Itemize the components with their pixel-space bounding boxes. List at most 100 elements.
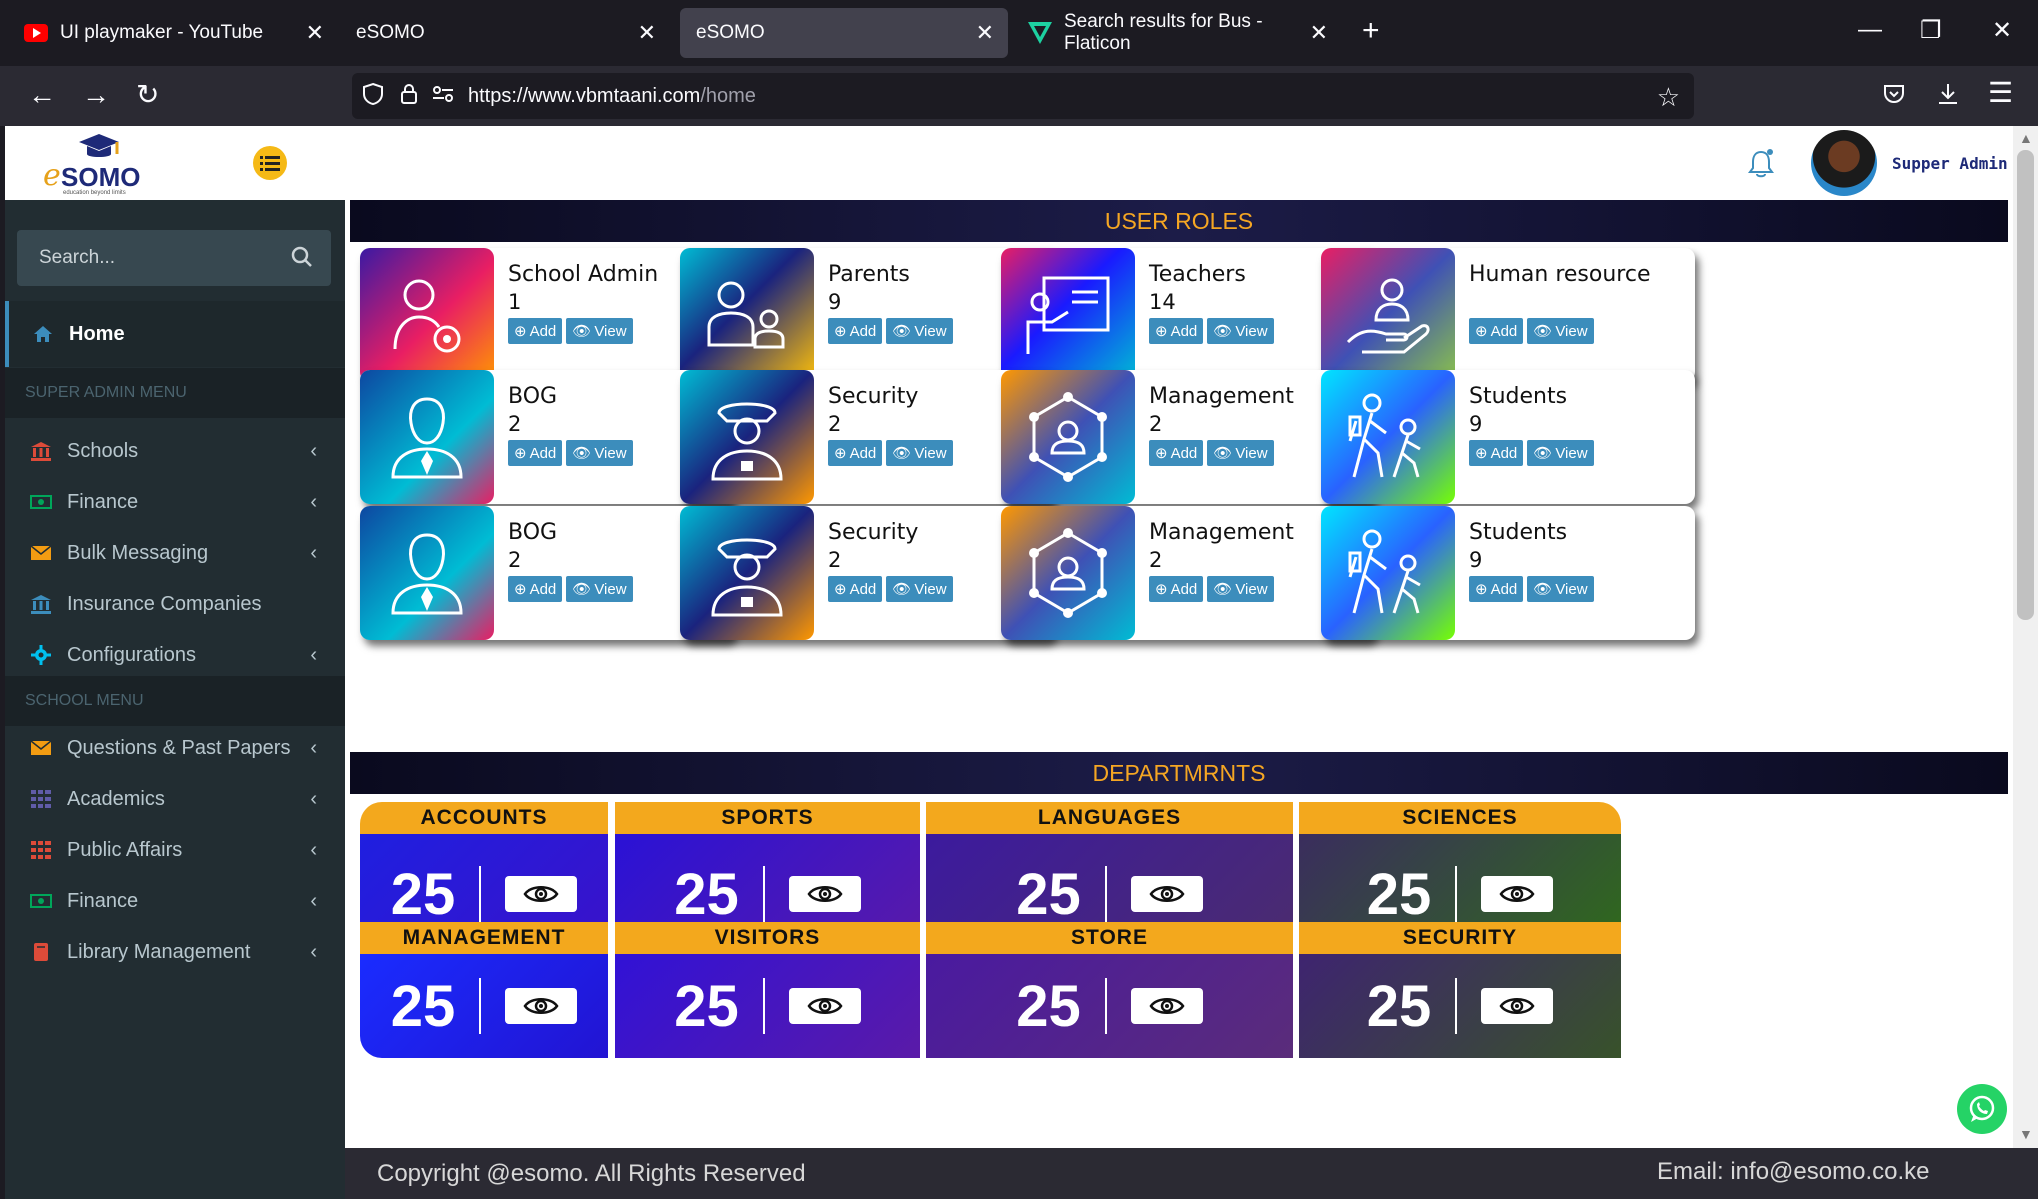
view-department-button[interactable]	[505, 876, 578, 912]
browser-tab-esomo-1[interactable]: eSOMO ✕	[340, 8, 670, 58]
browser-tab-youtube[interactable]: UI playmaker - YouTube ✕	[8, 8, 338, 58]
sidebar-toggle-button[interactable]	[253, 146, 287, 180]
eye-icon	[807, 995, 843, 1017]
role-card: Management 2 ⊕ Add 👁 View	[1001, 370, 1375, 504]
add-button[interactable]: ⊕ Add	[508, 440, 563, 466]
view-button[interactable]: 👁 View	[566, 576, 633, 602]
add-button[interactable]: ⊕ Add	[1149, 576, 1204, 602]
view-department-button[interactable]	[788, 876, 861, 912]
role-actions: ⊕ Add 👁 View	[1469, 440, 1594, 466]
logo-area: e SOMO education beyond limits	[5, 126, 345, 200]
search-icon[interactable]	[291, 246, 313, 274]
minimize-icon[interactable]: —	[1858, 16, 1882, 44]
view-button[interactable]: 👁 View	[886, 576, 953, 602]
bookmark-star-icon[interactable]: ☆	[1657, 82, 1680, 113]
role-card: BOG 2 ⊕ Add 👁 View	[360, 506, 734, 640]
scroll-up-icon[interactable]: ▲	[2019, 130, 2033, 146]
role-actions: ⊕ Add 👁 View	[508, 318, 633, 344]
eye-icon: 👁	[1533, 445, 1553, 462]
view-department-button[interactable]	[1481, 988, 1554, 1024]
view-button[interactable]: 👁 View	[566, 440, 633, 466]
view-label: View	[594, 444, 627, 462]
user-name[interactable]: Supper Admin	[1892, 154, 2008, 173]
eye-icon	[523, 995, 559, 1017]
sidebar-search-input[interactable]: Search...	[17, 230, 331, 286]
footer-email[interactable]: Email: info@esomo.co.ke	[1657, 1158, 1929, 1186]
hamburger-menu-icon[interactable]: ☰	[1988, 78, 2013, 108]
grid-icon	[29, 841, 53, 859]
graduation-cap-icon	[79, 134, 119, 157]
add-button[interactable]: ⊕ Add	[828, 440, 883, 466]
view-department-button[interactable]	[505, 988, 578, 1024]
role-count: 2	[828, 548, 842, 572]
add-button[interactable]: ⊕ Add	[1149, 440, 1204, 466]
scroll-down-icon[interactable]: ▼	[2019, 1126, 2033, 1142]
lock-icon[interactable]	[400, 83, 418, 110]
view-button[interactable]: 👁 View	[1207, 576, 1274, 602]
view-department-button[interactable]	[788, 988, 861, 1024]
role-card: Security 2 ⊕ Add 👁 View	[680, 370, 1054, 504]
view-button[interactable]: 👁 View	[886, 440, 953, 466]
view-button[interactable]: 👁 View	[1207, 318, 1274, 344]
close-icon[interactable]: ✕	[306, 20, 324, 46]
plus-circle-icon: ⊕	[834, 323, 847, 340]
add-button[interactable]: ⊕ Add	[508, 576, 563, 602]
role-card: Human resource ⊕ Add 👁 View	[1321, 248, 1695, 382]
close-icon[interactable]: ✕	[976, 20, 994, 46]
esomo-logo[interactable]: e SOMO education beyond limits	[43, 132, 163, 196]
permissions-icon[interactable]	[432, 85, 454, 108]
bell-icon[interactable]	[1747, 148, 1775, 185]
user-roles-header: USER ROLES	[350, 200, 2008, 242]
forward-icon[interactable]: →	[82, 80, 110, 110]
department-card: STORE 25	[926, 922, 1293, 1074]
security-guard-icon	[680, 370, 814, 504]
view-button[interactable]: 👁 View	[1527, 576, 1594, 602]
view-button[interactable]: 👁 View	[886, 318, 953, 344]
add-button[interactable]: ⊕ Add	[508, 318, 563, 344]
eye-icon: 👁	[892, 581, 912, 598]
whatsapp-button[interactable]	[1957, 1084, 2007, 1134]
add-button[interactable]: ⊕ Add	[828, 318, 883, 344]
add-label: Add	[529, 580, 557, 598]
envelope-icon	[29, 740, 53, 756]
new-tab-button[interactable]: +	[1362, 14, 1380, 48]
download-icon[interactable]	[1936, 82, 1960, 112]
view-department-button[interactable]	[1130, 876, 1203, 912]
add-button[interactable]: ⊕ Add	[1469, 576, 1524, 602]
sidebar-item-label: Insurance Companies	[67, 592, 262, 615]
add-button[interactable]: ⊕ Add	[1469, 440, 1524, 466]
view-button[interactable]: 👁 View	[1527, 440, 1594, 466]
view-department-button[interactable]	[1130, 988, 1203, 1024]
pocket-icon[interactable]	[1882, 82, 1906, 112]
back-icon[interactable]: ←	[28, 80, 56, 110]
shield-icon[interactable]	[362, 82, 384, 111]
role-actions: ⊕ Add 👁 View	[828, 576, 953, 602]
close-icon[interactable]: ✕	[1310, 20, 1328, 46]
view-button[interactable]: 👁 View	[1207, 440, 1274, 466]
home-icon	[31, 325, 55, 343]
chevron-left-icon: ‹	[310, 889, 317, 912]
role-title: Management	[1149, 384, 1294, 409]
window-close-icon[interactable]: ✕	[1992, 16, 2012, 45]
add-button[interactable]: ⊕ Add	[1469, 318, 1524, 344]
address-bar[interactable]: https://www.vbmtaani.com/home ☆	[352, 73, 1694, 119]
role-count: 2	[1149, 548, 1163, 572]
role-actions: ⊕ Add 👁 View	[508, 576, 633, 602]
add-button[interactable]: ⊕ Add	[828, 576, 883, 602]
close-icon[interactable]: ✕	[638, 20, 656, 46]
reload-icon[interactable]: ↻	[136, 80, 159, 110]
scrollbar[interactable]: ▲ ▼	[2013, 126, 2038, 1148]
view-department-button[interactable]	[1481, 876, 1554, 912]
browser-tab-flaticon[interactable]: Search results for Bus - Flaticon ✕	[1012, 8, 1342, 58]
add-button[interactable]: ⊕ Add	[1149, 318, 1204, 344]
browser-tab-esomo-active[interactable]: eSOMO ✕	[680, 8, 1008, 58]
view-button[interactable]: 👁 View	[566, 318, 633, 344]
sidebar-item-library-management[interactable]: Library Management ‹	[5, 919, 345, 985]
copyright-text: Copyright @esomo. All Rights Reserved	[377, 1160, 806, 1187]
scrollbar-thumb[interactable]	[2017, 150, 2034, 620]
view-button[interactable]: 👁 View	[1527, 318, 1594, 344]
restore-icon[interactable]: ❐	[1920, 16, 1942, 45]
avatar[interactable]	[1811, 130, 1877, 196]
browser-tab-bar: UI playmaker - YouTube ✕ eSOMO ✕ eSOMO ✕…	[0, 0, 2038, 66]
sidebar-item-home[interactable]: Home	[5, 301, 345, 367]
